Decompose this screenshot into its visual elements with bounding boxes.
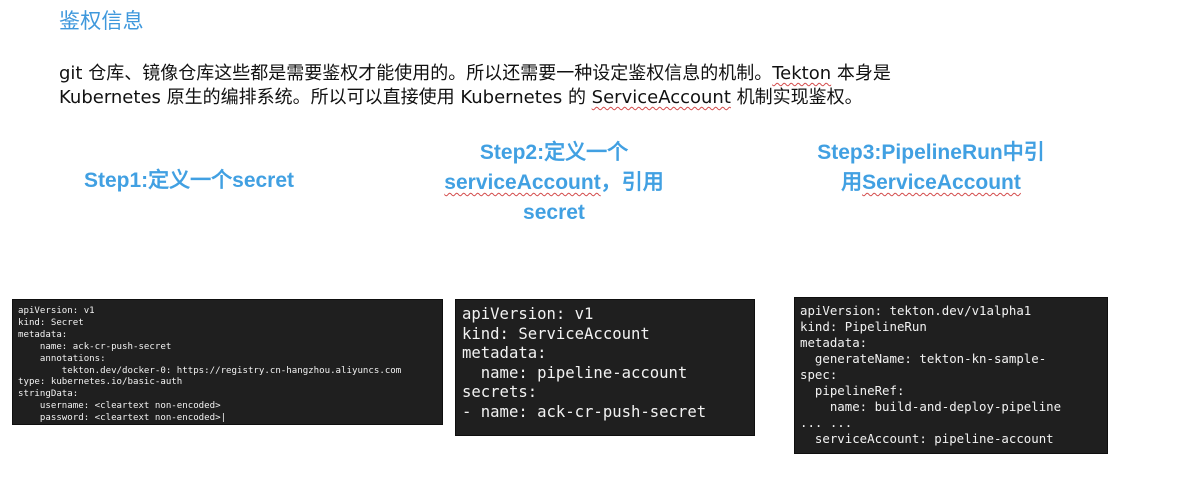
step2-heading: Step2:定义一个 serviceAccount，引用 secret [411,138,697,228]
intro-line-1-part-c: 本身是 [831,63,891,84]
secret-yaml-code-block: apiVersion: v1 kind: Secret metadata: na… [12,299,443,425]
intro-line-2: Kubernetes 原生的编排系统。所以可以直接使用 Kubernetes 的… [59,86,1099,110]
step1-heading: Step1:定义一个secret [66,166,312,196]
step3-serviceaccount-word: ServiceAccount [862,171,1021,194]
step3-line-2: 用ServiceAccount [780,168,1082,198]
step3-heading: Step3:PipelineRun中引 用ServiceAccount [780,138,1082,198]
step2-line-2-suffix: ，引用 [600,171,664,194]
intro-paragraph: git 仓库、镜像仓库这些都是需要鉴权才能使用的。所以还需要一种设定鉴权信息的机… [59,62,1099,110]
pipelinerun-yaml-code-block: apiVersion: tekton.dev/v1alpha1 kind: Pi… [794,297,1108,454]
step2-serviceaccount-word: serviceAccount [444,171,601,194]
intro-line-2-serviceaccount: ServiceAccount [591,87,731,108]
intro-line-1-tekton: Tekton [772,63,832,84]
intro-line-1: git 仓库、镜像仓库这些都是需要鉴权才能使用的。所以还需要一种设定鉴权信息的机… [59,62,1099,86]
step2-line-3: secret [523,201,585,224]
step3-line-2-prefix: 用 [841,171,863,194]
step1-line-1: Step1:定义一个secret [83,169,295,192]
step2-line-2: serviceAccount，引用 [411,168,697,198]
step3-line-1: Step3:PipelineRun中引 [817,141,1045,164]
intro-line-2-part-c: 机制实现鉴权。 [730,87,863,108]
serviceaccount-yaml-code-block: apiVersion: v1 kind: ServiceAccount meta… [455,299,755,436]
section-title: 鉴权信息 [59,9,144,33]
intro-line-1-part-a: git 仓库、镜像仓库这些都是需要鉴权才能使用的。所以还需要一种设定鉴权信息的机… [59,63,773,84]
step2-line-1: Step2:定义一个 [479,141,629,164]
intro-line-2-part-a: Kubernetes 原生的编排系统。所以可以直接使用 Kubernetes 的 [59,87,592,108]
